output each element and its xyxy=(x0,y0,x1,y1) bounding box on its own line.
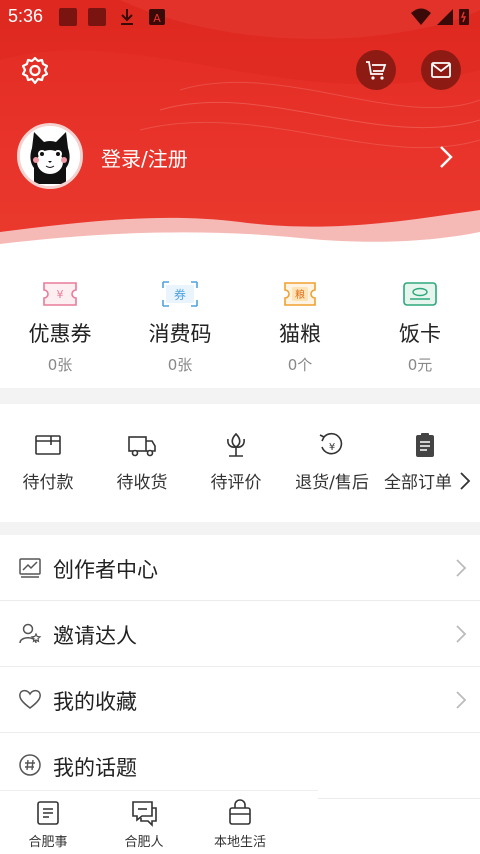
order-label: 待付款 xyxy=(22,473,74,493)
notification-square-icon xyxy=(59,8,77,26)
wallet-label: 猫粮 xyxy=(279,322,321,346)
menu-item-invite[interactable]: 邀请达人 xyxy=(0,601,480,667)
clipboard-icon xyxy=(416,433,434,457)
svg-text:粮: 粮 xyxy=(295,288,305,301)
cat-avatar-icon xyxy=(20,126,80,186)
cart-button[interactable] xyxy=(356,50,396,90)
nav-tab-local-life[interactable]: 本地生活 xyxy=(192,791,288,854)
menu-item-favorites[interactable]: 我的收藏 xyxy=(0,667,480,733)
signal-icon xyxy=(437,9,453,25)
wallet-value: 0张 xyxy=(47,356,73,374)
order-pending-receipt[interactable]: 待收货 xyxy=(96,404,188,522)
nav-tab-hefei-people[interactable]: 合肥人 xyxy=(96,791,192,854)
bag-icon xyxy=(229,799,251,825)
wallet-label: 消费码 xyxy=(148,322,212,346)
chart-icon xyxy=(19,558,41,578)
text-a-icon: A xyxy=(149,9,165,25)
hashtag-icon xyxy=(19,754,41,776)
meal-card-icon xyxy=(403,282,437,306)
wallet-item-consume-code[interactable]: 券 消费码 0张 xyxy=(120,256,240,388)
battery-icon xyxy=(459,9,469,25)
refund-icon: ¥ xyxy=(319,432,343,455)
order-label: 待评价 xyxy=(210,473,262,493)
wallet-icon xyxy=(35,435,61,455)
chevron-right-icon xyxy=(456,691,467,709)
catfood-icon: 粮 xyxy=(284,282,316,306)
message-button[interactable] xyxy=(421,50,461,90)
status-time: 5:36 xyxy=(8,6,44,26)
order-all[interactable]: 全部订单 xyxy=(380,404,480,522)
svg-text:券: 券 xyxy=(174,287,186,302)
bottom-navigation: 合肥事 合肥人 本地生活 xyxy=(0,790,318,854)
status-bar: 5:36 A xyxy=(0,0,480,32)
svg-text:¥: ¥ xyxy=(57,288,64,301)
truck-icon xyxy=(128,436,156,457)
wallet-label: 饭卡 xyxy=(399,322,441,346)
coupon-icon: ¥ xyxy=(43,282,77,306)
nav-tab-hefei-news[interactable]: 合肥事 xyxy=(0,791,96,854)
news-icon xyxy=(37,801,59,825)
download-icon xyxy=(121,9,133,25)
svg-text:A: A xyxy=(153,12,161,25)
gear-icon xyxy=(21,56,49,85)
chevron-right-icon[interactable] xyxy=(436,144,456,170)
profile-header: 5:36 A 登录/注册 xyxy=(0,0,480,258)
users-icon xyxy=(19,623,42,644)
order-label: 全部订单 xyxy=(384,473,452,493)
nav-label: 合肥人 xyxy=(124,835,164,850)
chevron-right-icon xyxy=(456,625,467,643)
wallet-label: 优惠券 xyxy=(28,322,92,346)
chevron-right-icon xyxy=(460,472,471,490)
wallet-value: 0元 xyxy=(407,356,433,374)
menu-label: 我的话题 xyxy=(53,756,137,780)
wallet-item-coupon[interactable]: ¥ 优惠券 0张 xyxy=(0,256,120,388)
notification-square-icon xyxy=(88,8,106,26)
menu-label: 邀请达人 xyxy=(53,624,137,648)
svg-text:¥: ¥ xyxy=(329,442,335,453)
nav-label: 本地生活 xyxy=(213,835,266,850)
chat-icon xyxy=(132,801,157,827)
wallet-section: ¥ 优惠券 0张 券 消费码 0张 粮 猫粮 0个 饭卡 0元 xyxy=(0,256,480,388)
wallet-value: 0张 xyxy=(167,356,193,374)
menu-label: 我的收藏 xyxy=(53,690,137,714)
header-background-decoration xyxy=(0,0,480,258)
menu-label: 创作者中心 xyxy=(53,558,158,582)
login-register-link[interactable]: 登录/注册 xyxy=(101,143,188,172)
cart-icon xyxy=(366,61,387,80)
mail-icon xyxy=(431,62,451,78)
nav-label: 合肥事 xyxy=(28,835,68,850)
order-refund-aftersale[interactable]: ¥ 退货/售后 xyxy=(284,404,380,522)
voucher-icon: 券 xyxy=(162,281,198,307)
heart-icon xyxy=(19,689,41,709)
flower-icon xyxy=(227,432,245,457)
menu-item-creator-center[interactable]: 创作者中心 xyxy=(0,535,480,601)
settings-button[interactable] xyxy=(14,50,56,92)
orders-section: 待付款 待收货 待评价 ¥ 退货/售后 全部订单 xyxy=(0,404,480,522)
order-label: 退货/售后 xyxy=(295,473,369,493)
order-pending-payment[interactable]: 待付款 xyxy=(0,404,96,522)
wallet-item-catfood[interactable]: 粮 猫粮 0个 xyxy=(240,256,360,388)
order-pending-review[interactable]: 待评价 xyxy=(188,404,284,522)
chevron-right-icon xyxy=(456,559,467,577)
wallet-value: 0个 xyxy=(287,356,313,374)
wifi-icon xyxy=(411,8,431,25)
order-label: 待收货 xyxy=(116,473,168,493)
wallet-item-meal-card[interactable]: 饭卡 0元 xyxy=(360,256,480,388)
avatar[interactable] xyxy=(17,123,83,189)
